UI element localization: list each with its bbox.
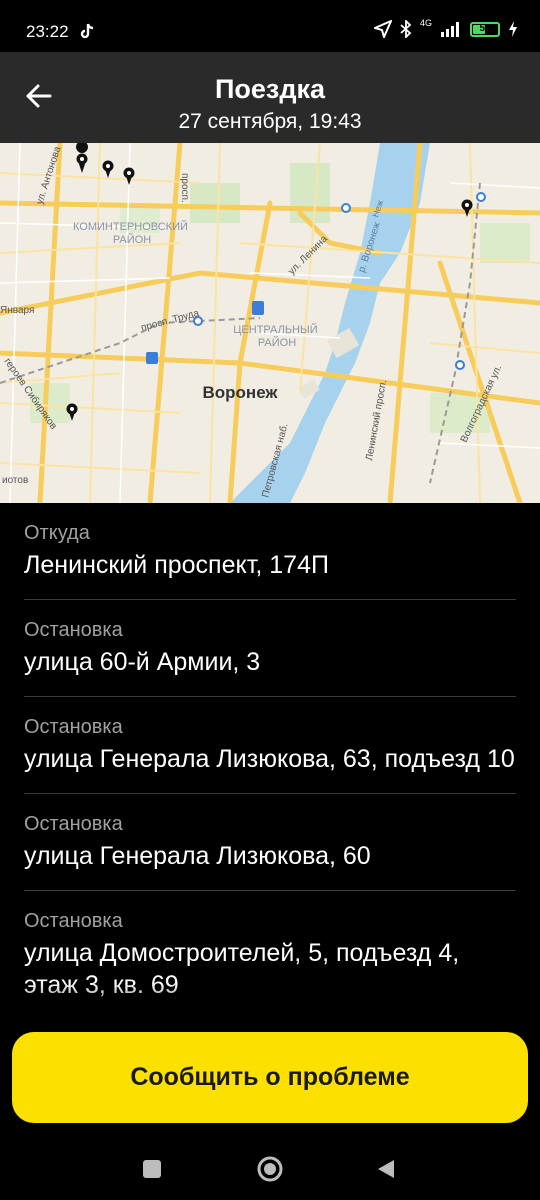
recent-apps-icon[interactable] [140,1157,164,1181]
header: Поездка 27 сентября, 19:43 [0,52,540,143]
stop-item-origin: Откуда Ленинский проспект, 174П [0,503,540,600]
signal-icon [441,22,459,37]
street-label: просп. [179,173,190,203]
status-icons: 4G 55 [373,18,518,38]
stop-address: улица Генерала Лизюкова, 63, подъезд 10 [24,743,516,794]
back-nav-icon[interactable] [374,1157,398,1181]
map-canvas[interactable]: КОМИНТЕРНОВСКИЙ РАЙОН ЦЕНТРАЛЬНЫЙ РАЙОН … [0,143,540,503]
system-nav-bar [0,1134,540,1200]
stop-label: Остановка [24,813,123,835]
city-label: Воронеж [203,383,279,402]
location-arrow-icon [373,20,392,38]
street-label: иотов [2,475,28,486]
status-time: 23:22 [26,22,69,41]
battery-level: 55 [479,22,491,34]
stop-address: улица Генерала Лизюкова, 60 [24,840,516,891]
home-icon[interactable] [255,1154,285,1184]
status-bar: 23:22 4G 55 [0,0,540,52]
train-station-icon [252,301,264,315]
stop-label: Остановка [24,716,123,738]
stop-address: улица 60-й Армии, 3 [24,646,516,697]
park-area [190,183,240,223]
stop-address: Ленинский проспект, 174П [24,549,516,600]
tiktok-icon [80,23,94,39]
stop-item: Остановка улица Генерала Лизюкова, 63, п… [0,697,540,794]
street-label: Января [0,305,34,316]
stop-item: Остановка улица Домостроителей, 5, подъе… [0,891,540,1019]
stop-address: улица Домостроителей, 5, подъезд 4, этаж… [24,939,460,999]
bus-station-icon [146,352,158,364]
battery-icon: 55 [470,21,500,37]
stop-item: Остановка улица Генерала Лизюкова, 60 [0,794,540,891]
bluetooth-icon [400,20,412,38]
stop-item: Остановка улица 60-й Армии, 3 [0,600,540,697]
charging-icon [509,21,517,37]
stop-label: Остановка [24,619,123,641]
page-title: Поездка [214,74,325,104]
trip-datetime: 27 сентября, 19:43 [178,110,362,133]
network-type: 4G [419,18,432,28]
trip-stops-list[interactable]: Откуда Ленинский проспект, 174П Остановк… [0,503,540,1020]
trip-map[interactable]: КОМИНТЕРНОВСКИЙ РАЙОН ЦЕНТРАЛЬНЫЙ РАЙОН … [0,143,540,503]
report-problem-button[interactable]: Сообщить о проблеме [12,1032,528,1123]
stop-label: Остановка [24,910,123,932]
stop-label: Откуда [24,522,90,544]
park-area [290,163,330,223]
park-area [480,223,530,263]
